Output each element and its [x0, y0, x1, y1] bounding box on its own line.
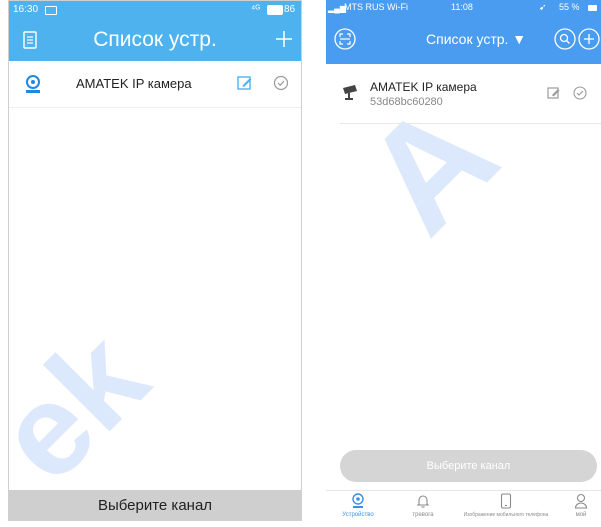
divider: [340, 123, 601, 124]
phone-icon: [499, 493, 513, 509]
tab-alarm[interactable]: тревога: [402, 493, 444, 518]
select-channel-button[interactable]: Выберите канал: [9, 490, 301, 520]
status-time: 11:08: [451, 2, 473, 12]
check-icon[interactable]: [273, 75, 289, 91]
battery-icon: [267, 5, 283, 15]
tab-devices[interactable]: Устройство: [328, 493, 388, 518]
tab-label: Изображение мобильного телефона: [463, 512, 549, 518]
page-title: Список устр.: [93, 28, 217, 51]
edit-icon[interactable]: [237, 75, 253, 91]
person-icon: [574, 493, 588, 509]
add-device-button[interactable]: [578, 28, 600, 50]
tab-label: мой: [575, 512, 587, 518]
tab-bar: Устройство тревога Изображение мобильног…: [326, 490, 601, 527]
camera-icon: [340, 84, 362, 102]
add-device-button[interactable]: [275, 30, 293, 48]
device-serial: 53d68bc60280: [370, 96, 443, 108]
ios-status-bar: ▂▄▆ MTS RUS Wi-Fi 11:08 ➹ 55 %: [326, 0, 601, 16]
select-channel-label: Выберите канал: [97, 496, 213, 514]
battery-icon: [588, 5, 597, 11]
check-icon[interactable]: [573, 86, 587, 100]
gallery-icon: [45, 6, 57, 15]
page-title[interactable]: Список устр. ▼: [426, 31, 526, 47]
signal-icon: ⁴ᴳ: [251, 4, 261, 15]
tab-phone-images[interactable]: Изображение мобильного телефона: [443, 493, 569, 518]
select-channel-button[interactable]: Выберите канал: [340, 450, 597, 482]
camera-icon: [24, 74, 42, 94]
device-name: AMATEK IP камера: [76, 76, 192, 91]
device-name: AMATEK IP камера: [370, 80, 477, 94]
tab-me[interactable]: мой: [566, 493, 596, 518]
ios-phone: ▂▄▆ MTS RUS Wi-Fi 11:08 ➹ 55 % Список ус…: [326, 0, 601, 527]
android-header: Список устр.: [9, 19, 301, 61]
edit-icon[interactable]: [547, 86, 561, 100]
bell-icon: [416, 493, 430, 509]
carrier-label: MTS RUS Wi-Fi: [344, 2, 408, 12]
select-channel-label: Выберите канал: [426, 460, 511, 472]
camera-icon: [351, 493, 365, 509]
android-phone: 16:30 ⁴ᴳ 86 Список устр. AMATEK IP камер…: [8, 0, 302, 521]
scan-icon[interactable]: [334, 28, 356, 50]
location-icon: ➹: [539, 2, 547, 12]
battery-level: 55 %: [559, 2, 580, 12]
battery-level: 86: [284, 4, 296, 15]
android-status-bar: 16:30 ⁴ᴳ 86: [9, 1, 301, 19]
device-row[interactable]: AMATEK IP камера: [9, 61, 301, 108]
status-time: 16:30: [13, 4, 39, 15]
ios-header: Список устр. ▼: [326, 16, 601, 64]
search-icon[interactable]: [554, 28, 576, 50]
watermark: ek: [8, 303, 175, 509]
tab-label: Устройство: [342, 512, 374, 518]
device-row[interactable]: AMATEK IP камера 53d68bc60280: [326, 64, 601, 124]
tab-label: тревога: [412, 512, 434, 518]
